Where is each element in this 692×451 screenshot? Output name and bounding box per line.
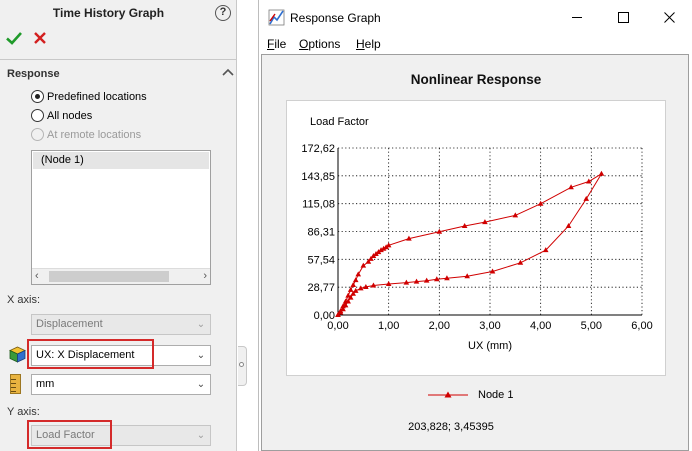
x-tick-label: 1,00 [378, 320, 399, 332]
x-tick-label: 5,00 [581, 320, 602, 332]
radio-button[interactable] [31, 109, 44, 122]
app-icon [268, 9, 285, 26]
minimize-button[interactable] [554, 0, 600, 34]
data-point [355, 271, 362, 277]
cancel-x-icon[interactable] [33, 31, 47, 45]
y-tick-label: 28,77 [307, 282, 335, 294]
panel-splitter-handle[interactable] [238, 346, 247, 386]
graph-area: Nonlinear Response 0,00 1,00 2,00 3,00 4,00 5… [261, 54, 689, 451]
radio-label: Predefined locations [47, 90, 147, 103]
x-axis-title: UX (mm) [468, 340, 512, 352]
legend-series-label: Node 1 [478, 389, 514, 401]
data-point [598, 170, 605, 176]
x-axis-label: X axis: [7, 294, 41, 306]
x-axis-component-select[interactable]: UX: X Displacement ⌄ [31, 345, 211, 366]
data-point [350, 282, 356, 288]
radio-predefined-locations[interactable]: Predefined locations [31, 89, 147, 104]
panel-title: Time History Graph [52, 6, 165, 20]
radio-all-nodes[interactable]: All nodes [31, 108, 92, 123]
chevron-down-icon: ⌄ [196, 430, 206, 441]
plot-frame: 0,00 1,00 2,00 3,00 4,00 5,00 6,00 0,00 28,77 57,… [286, 100, 666, 376]
close-button[interactable] [646, 0, 692, 34]
x-tick-label: 6,00 [631, 320, 652, 332]
collapse-chevron-icon[interactable] [222, 67, 234, 77]
divider [0, 59, 237, 60]
units-ruler-icon [10, 374, 21, 394]
splitter-dot[interactable] [239, 362, 244, 367]
component-cube-icon [9, 346, 26, 363]
property-manager-panel: Time History Graph ? Response Predefined… [0, 0, 237, 451]
series-line [337, 173, 602, 316]
cursor-readout: 203,828; 3,45395 [408, 421, 494, 433]
chevron-down-icon: ⌄ [196, 319, 206, 330]
chevron-down-icon[interactable]: ⌄ [195, 375, 207, 394]
radio-label: At remote locations [47, 128, 142, 141]
menu-bar: File Options Help [259, 34, 692, 54]
data-point [352, 277, 359, 283]
locations-list[interactable]: (Node 1) ‹ › [31, 150, 211, 285]
select-value: mm [36, 378, 55, 390]
x-axis-quantity-select: Displacement ⌄ [31, 314, 211, 335]
radio-button [31, 128, 44, 141]
maximize-button[interactable] [600, 0, 646, 34]
y-tick-label: 57,54 [307, 254, 335, 266]
horizontal-scrollbar[interactable]: ‹ › [32, 268, 210, 284]
chart-title: Nonlinear Response [410, 72, 542, 87]
response-section-title: Response [7, 68, 60, 80]
data-point [537, 200, 544, 206]
window-title: Response Graph [290, 11, 381, 25]
y-tick-label: 143,85 [301, 171, 335, 183]
y-axis-label: Y axis: [7, 406, 40, 418]
menu-help[interactable]: Help [356, 37, 381, 51]
x-tick-label: 3,00 [479, 320, 500, 332]
scrollbar-thumb[interactable] [49, 271, 169, 282]
select-value: UX: X Displacement [36, 349, 135, 361]
units-select[interactable]: mm ⌄ [31, 374, 211, 395]
chart-legend: Node 1 [428, 389, 513, 401]
scroll-left-icon[interactable]: ‹ [35, 269, 39, 284]
radio-remote-locations: At remote locations [31, 127, 141, 142]
radio-button[interactable] [31, 90, 44, 103]
menu-options[interactable]: Options [299, 37, 340, 51]
y-tick-label: 86,31 [307, 227, 335, 239]
close-icon [663, 11, 675, 23]
legend-marker-icon [428, 391, 468, 398]
chevron-down-icon[interactable]: ⌄ [195, 346, 207, 365]
y-tick-label: 0,00 [314, 310, 335, 322]
response-chart[interactable]: 0,00 1,00 2,00 3,00 4,00 5,00 6,000,0028,7757,… [287, 101, 667, 377]
minimize-icon [571, 16, 582, 18]
menu-file[interactable]: File [267, 37, 286, 51]
maximize-icon [617, 11, 629, 23]
data-point [347, 286, 354, 292]
y-tick-label: 172,62 [301, 143, 335, 155]
radio-label: All nodes [47, 109, 93, 122]
y-axis-title: Load Factor [310, 116, 369, 128]
scroll-right-icon[interactable]: › [203, 269, 207, 284]
x-tick-label: 2,00 [429, 320, 450, 332]
data-point [586, 178, 592, 184]
list-item[interactable]: (Node 1) [33, 152, 209, 169]
window-controls [554, 0, 692, 34]
select-value: Load Factor [36, 429, 95, 441]
select-value: Displacement [36, 318, 103, 330]
response-graph-window: Response Graph File Options Help Nonline… [258, 0, 692, 451]
x-tick-label: 4,00 [530, 320, 551, 332]
y-tick-label: 115,08 [302, 199, 335, 211]
help-icon[interactable]: ? [215, 5, 231, 21]
data-point [360, 262, 367, 268]
ok-check-icon[interactable] [6, 30, 22, 46]
y-axis-quantity-select: Load Factor ⌄ [31, 425, 211, 446]
